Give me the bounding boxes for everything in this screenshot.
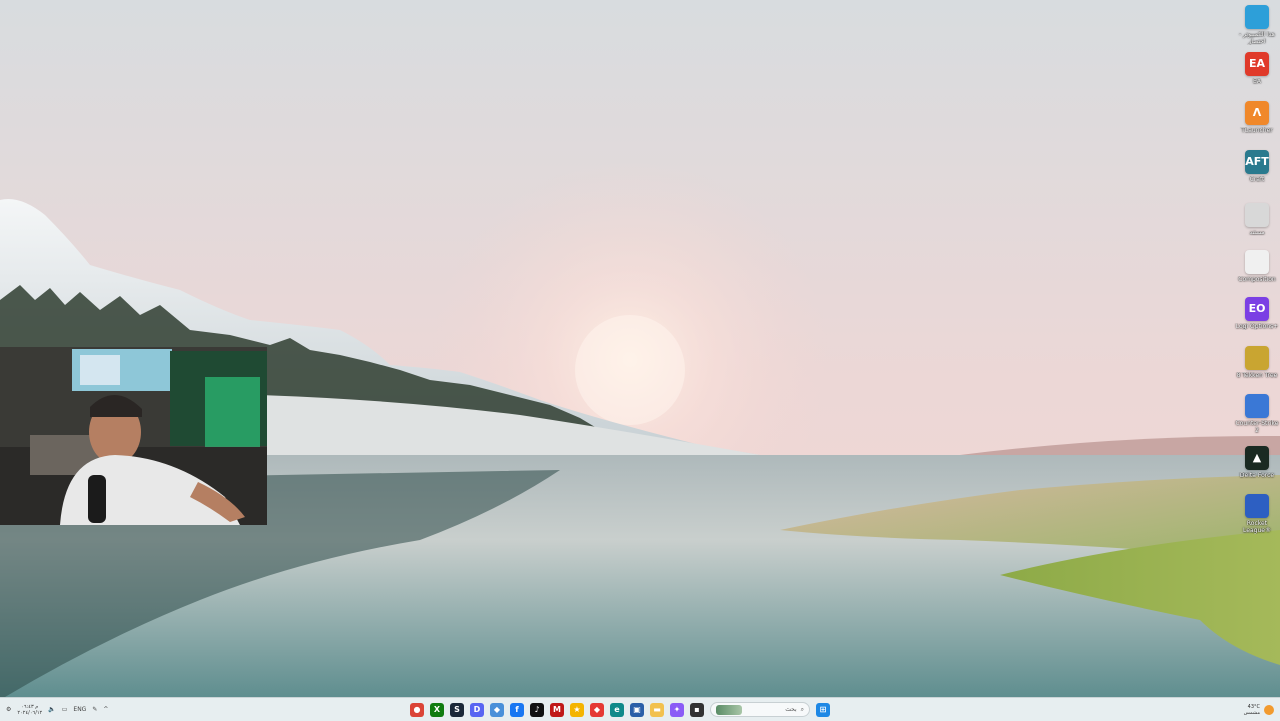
taskbar: ⚙ م ٠٦:٤٣ ٢٠٢٤/٠٦/١٢ 🔈 ▭ ENG ✎ ^ ● X S D ◆ f ♪… bbox=[0, 697, 1280, 721]
settings-icon[interactable]: ⚙ bbox=[6, 706, 11, 713]
chevron-up-icon[interactable]: ^ bbox=[103, 706, 108, 713]
tiktok-icon[interactable]: ♪ bbox=[530, 702, 544, 717]
sun-icon bbox=[1264, 704, 1274, 715]
weather-text: مشمس bbox=[1243, 709, 1260, 716]
ea-icon: EA bbox=[1245, 52, 1269, 76]
monitor-icon bbox=[1245, 5, 1269, 29]
desktop-icon-craft[interactable]: AFT Craft bbox=[1234, 150, 1280, 183]
desktop-icon-label: هذا الكمبيوتر - اختصار bbox=[1239, 31, 1275, 45]
discord-icon[interactable]: D bbox=[470, 702, 484, 717]
desktop-icon-label: Craft bbox=[1249, 176, 1265, 183]
desktop-icon-delta[interactable]: ▲ Delta Force bbox=[1234, 446, 1280, 479]
red-diamond-icon[interactable]: ◆ bbox=[590, 702, 604, 717]
language-indicator[interactable]: ENG bbox=[73, 706, 86, 713]
network-icon[interactable]: ▭ bbox=[62, 706, 68, 713]
desktop-icon-file1[interactable]: مستند bbox=[1234, 203, 1280, 236]
taskbar-apps: ● X S D ◆ f ♪ M ★ ◆ e ▣ ▬ ✦ ▪ بحث ⌕ ⊞ bbox=[410, 698, 830, 721]
search-highlight-image bbox=[716, 704, 742, 715]
desktop-icon-tlauncher[interactable]: Λ TLauncher bbox=[1234, 101, 1280, 134]
tlauncher-icon: Λ bbox=[1245, 101, 1269, 125]
rocket-league-icon bbox=[1245, 494, 1269, 518]
game-icon bbox=[1245, 346, 1269, 370]
file-explorer-icon[interactable]: ▬ bbox=[650, 702, 664, 717]
volume-icon[interactable]: 🔈 bbox=[48, 706, 55, 713]
eo-icon: EO bbox=[1245, 297, 1269, 321]
desktop-icon-label: 8 Tekken Tree bbox=[1236, 372, 1278, 379]
edge-icon[interactable]: e bbox=[610, 702, 624, 717]
search-box[interactable]: بحث ⌕ bbox=[710, 702, 810, 717]
desktop-icon-eo[interactable]: EO Logi Options+ bbox=[1234, 297, 1280, 330]
clock-date: ٢٠٢٤/٠٦/١٢ bbox=[17, 709, 43, 716]
desktop-icon-label: Counter-Strike 2 bbox=[1235, 420, 1279, 434]
desktop-icon-label: Composition bbox=[1238, 276, 1276, 283]
desktop-icon-label: Logi Options+ bbox=[1235, 323, 1279, 330]
desktop-icon-label: Rocket League® bbox=[1243, 520, 1271, 534]
desktop-icon-game2[interactable]: Counter-Strike 2 bbox=[1234, 394, 1280, 434]
chrome-icon[interactable]: ● bbox=[410, 702, 424, 717]
desktop-icon-label: Delta Force bbox=[1239, 472, 1275, 479]
steam-icon[interactable]: S bbox=[450, 702, 464, 717]
pen-icon[interactable]: ✎ bbox=[92, 706, 97, 713]
start-windows-icon[interactable]: ⊞ bbox=[816, 702, 830, 717]
desktop-icon-game1[interactable]: 8 Tekken Tree bbox=[1234, 346, 1280, 379]
xbox-icon[interactable]: X bbox=[430, 702, 444, 717]
webcam-overlay bbox=[0, 347, 267, 525]
copilot-icon[interactable]: ✦ bbox=[670, 702, 684, 717]
system-tray-left: ⚙ م ٠٦:٤٣ ٢٠٢٤/٠٦/١٢ 🔈 ▭ ENG ✎ ^ bbox=[6, 698, 108, 721]
craft-icon: AFT bbox=[1245, 150, 1269, 174]
file-icon bbox=[1245, 250, 1269, 274]
desktop-icon-ea[interactable]: EA EA bbox=[1234, 52, 1280, 85]
desktop-icon-label: TLauncher bbox=[1241, 127, 1273, 134]
terminal-icon[interactable]: ▪ bbox=[690, 702, 704, 717]
desktop-icon-rocket[interactable]: Rocket League® bbox=[1234, 494, 1280, 534]
document-icon bbox=[1245, 203, 1269, 227]
mcafee-icon[interactable]: M bbox=[550, 702, 564, 717]
desktop-icon-this-pc[interactable]: هذا الكمبيوتر - اختصار bbox=[1234, 5, 1280, 45]
store-icon[interactable]: ▣ bbox=[630, 702, 644, 717]
desktop-icon-file2[interactable]: Composition bbox=[1234, 250, 1280, 283]
colorful-app-icon[interactable]: ★ bbox=[570, 702, 584, 717]
search-icon: ⌕ bbox=[800, 705, 804, 713]
shield-icon[interactable]: ◆ bbox=[490, 702, 504, 717]
search-placeholder: بحث bbox=[785, 706, 797, 713]
weather-widget[interactable]: 43°C مشمس bbox=[1244, 698, 1274, 721]
desktop-icon-label: مستند bbox=[1249, 229, 1265, 236]
desktop-icon-label: EA bbox=[1253, 78, 1261, 85]
cs-icon bbox=[1245, 394, 1269, 418]
facebook-icon[interactable]: f bbox=[510, 702, 524, 717]
clock[interactable]: م ٠٦:٤٣ ٢٠٢٤/٠٦/١٢ bbox=[17, 704, 42, 716]
delta-force-icon: ▲ bbox=[1245, 446, 1269, 470]
